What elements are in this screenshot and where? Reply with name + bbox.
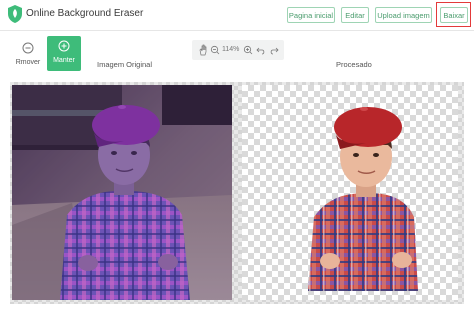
remove-tool-label: Rmover — [15, 59, 41, 66]
zoom-out-icon[interactable] — [210, 44, 220, 56]
original-panel-label: Imagem Original — [97, 60, 153, 69]
original-image[interactable] — [12, 85, 232, 300]
logo-icon — [8, 5, 22, 23]
remove-tool-button[interactable]: Rmover — [11, 38, 45, 73]
keep-tool-button[interactable]: Manter — [47, 36, 81, 71]
hand-pan-icon[interactable] — [198, 44, 208, 56]
redo-icon[interactable] — [269, 44, 279, 56]
zoom-in-icon[interactable] — [243, 44, 253, 56]
original-photo — [12, 85, 232, 300]
minus-circle-icon — [22, 42, 34, 54]
processed-panel-label: Procesado — [336, 60, 372, 69]
keep-tool-label: Manter — [53, 57, 75, 64]
processed-image[interactable] — [242, 85, 458, 300]
undo-icon[interactable] — [256, 44, 266, 56]
download-highlight-box — [436, 2, 471, 27]
processed-photo — [308, 107, 418, 291]
home-button[interactable]: Pagina inicial — [287, 7, 335, 23]
top-bar: Online Background Eraser Pagina inicial … — [0, 0, 474, 31]
upload-image-button[interactable]: Upload imagem — [375, 7, 432, 23]
zoom-toolbar: 114% — [192, 40, 284, 60]
zoom-level: 114% — [222, 46, 240, 53]
plus-circle-icon — [58, 40, 70, 52]
app-title: Online Background Eraser — [26, 8, 144, 19]
edit-button[interactable]: Editar — [341, 7, 369, 23]
